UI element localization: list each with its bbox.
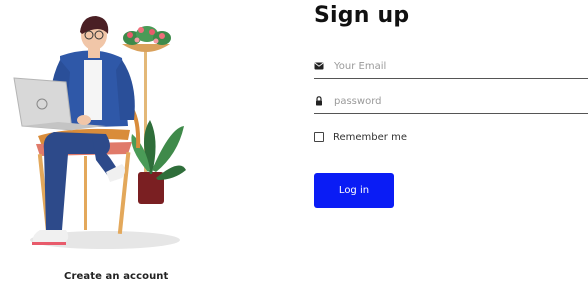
remember-me-label: Remember me bbox=[333, 131, 407, 143]
envelope-icon bbox=[314, 62, 324, 70]
email-field bbox=[314, 56, 588, 79]
password-field bbox=[314, 91, 588, 114]
signup-illustration bbox=[13, 16, 186, 249]
password-input[interactable] bbox=[334, 91, 584, 111]
email-input[interactable] bbox=[334, 56, 584, 76]
login-button[interactable]: Log in bbox=[314, 173, 394, 208]
remember-me-checkbox[interactable] bbox=[314, 132, 324, 142]
lock-icon bbox=[316, 96, 322, 106]
page-title: Sign up bbox=[314, 3, 410, 28]
remember-me[interactable]: Remember me bbox=[314, 130, 407, 144]
create-account-link[interactable]: Create an account bbox=[64, 271, 168, 282]
